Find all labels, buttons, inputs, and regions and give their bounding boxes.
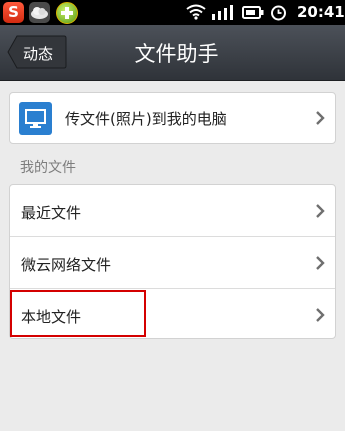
chevron-right-icon	[316, 111, 325, 125]
section-header-my-files: 我的文件	[20, 160, 76, 176]
title-bar: 动态 文件助手	[0, 25, 345, 81]
weibo-icon: S	[3, 2, 24, 23]
alarm-icon	[271, 5, 286, 21]
chevron-right-icon	[316, 256, 325, 270]
signal-icon	[212, 5, 233, 20]
my-files-list: 最近文件 微云网络文件 本地文件	[9, 184, 336, 339]
wifi-icon	[186, 4, 206, 20]
transfer-to-pc-item[interactable]: 传文件(照片)到我的电脑	[9, 92, 336, 144]
chevron-right-icon	[316, 308, 325, 322]
chevron-right-icon	[316, 204, 325, 218]
list-item-recent-files[interactable]: 最近文件	[10, 185, 335, 236]
transfer-to-pc-label: 传文件(照片)到我的电脑	[65, 110, 227, 128]
monitor-icon	[19, 102, 52, 135]
list-item-label: 微云网络文件	[21, 256, 112, 274]
page-title: 文件助手	[134, 42, 219, 66]
cloud-icon	[29, 2, 50, 23]
plus-icon	[56, 2, 78, 24]
list-item-label: 最近文件	[21, 204, 82, 222]
list-item-weiyun-files[interactable]: 微云网络文件	[10, 236, 335, 288]
battery-icon	[242, 6, 264, 19]
list-item-label: 本地文件	[21, 308, 82, 326]
status-bar: S 20:41	[0, 0, 345, 25]
status-time: 20:41	[297, 3, 345, 21]
list-item-local-files[interactable]: 本地文件	[10, 288, 335, 338]
